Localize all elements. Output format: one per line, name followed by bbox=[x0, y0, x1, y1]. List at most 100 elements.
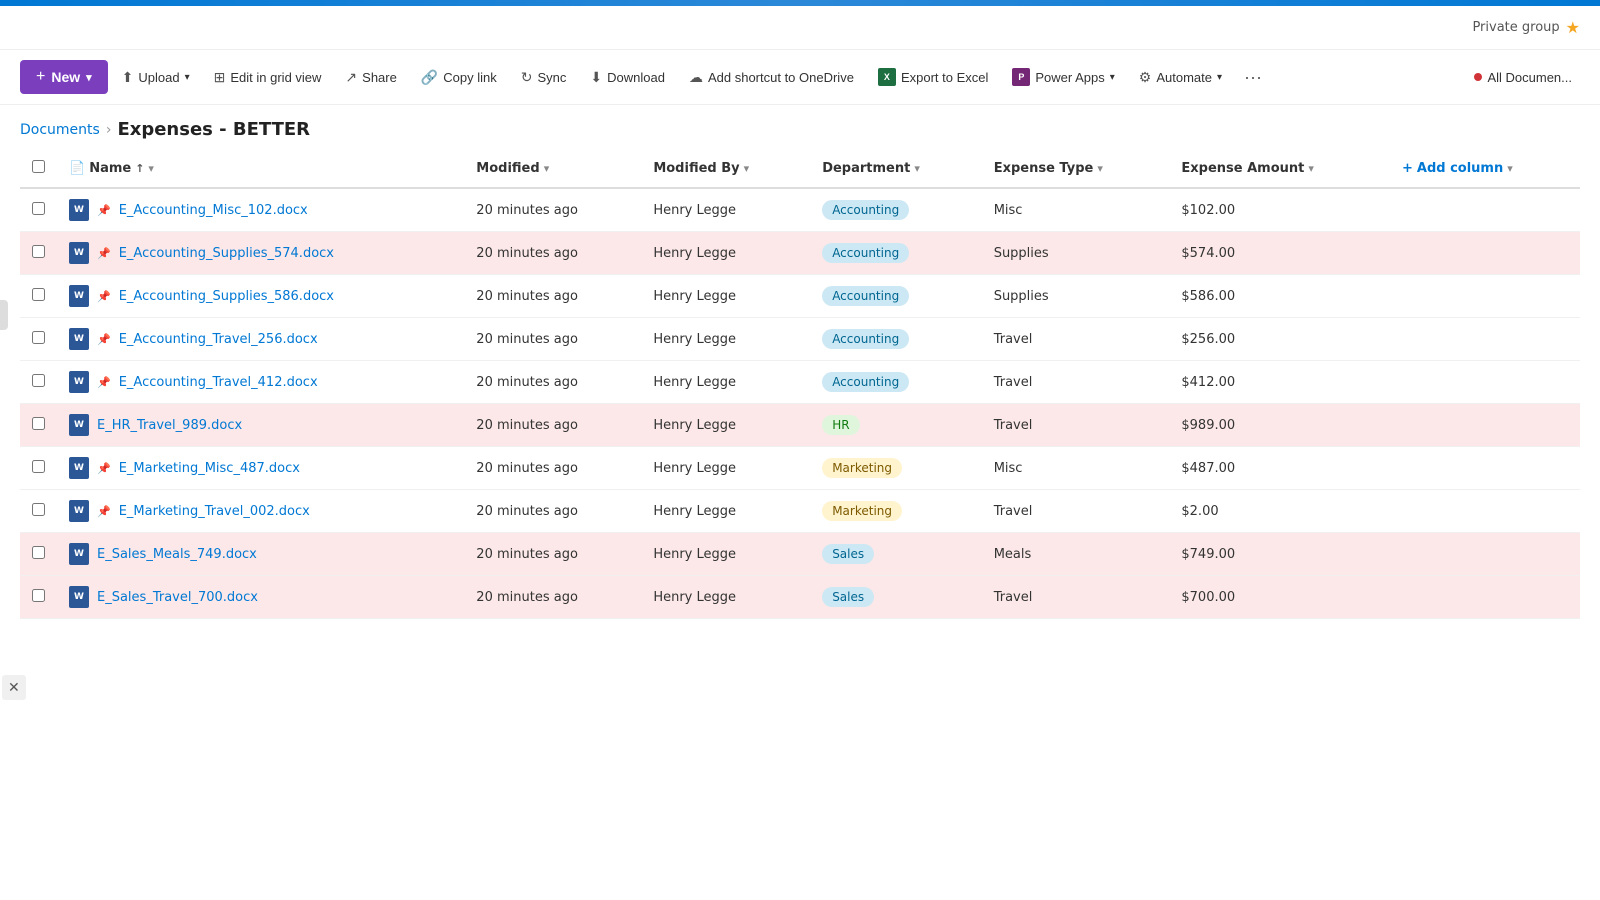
modified-by-cell: Henry Legge bbox=[641, 188, 810, 232]
row-checkbox[interactable] bbox=[32, 546, 45, 559]
row-checkbox[interactable] bbox=[32, 331, 45, 344]
row-checkbox[interactable] bbox=[32, 202, 45, 215]
modified-cell: 20 minutes ago bbox=[464, 361, 641, 404]
toolbar: + New ▾ ⬆ Upload ▾ ⊞ Edit in grid view ↗… bbox=[0, 50, 1600, 105]
select-all-header[interactable] bbox=[20, 150, 57, 188]
table-row: W E_Sales_Travel_700.docx 20 minutes ago… bbox=[20, 576, 1580, 619]
row-checkbox[interactable] bbox=[32, 374, 45, 387]
add-col-cell bbox=[1390, 533, 1580, 576]
col-header-name[interactable]: 📄 Name ↑ ▾ bbox=[57, 150, 464, 188]
sync-button[interactable]: ↻ Sync bbox=[511, 63, 577, 92]
row-checkbox-cell[interactable] bbox=[20, 447, 57, 490]
pin-icon: 📌 bbox=[97, 376, 111, 389]
file-name-link[interactable]: E_Marketing_Misc_487.docx bbox=[119, 461, 300, 476]
row-checkbox-cell[interactable] bbox=[20, 318, 57, 361]
col-header-add-column[interactable]: + Add column ▾ bbox=[1390, 150, 1580, 188]
breadcrumb-documents-link[interactable]: Documents bbox=[20, 122, 100, 138]
file-name-link[interactable]: E_Accounting_Travel_412.docx bbox=[119, 375, 318, 390]
expense-type-cell: Travel bbox=[982, 318, 1170, 361]
close-button[interactable]: ✕ bbox=[2, 675, 26, 700]
word-icon: W bbox=[69, 242, 89, 264]
file-name-link[interactable]: E_Sales_Meals_749.docx bbox=[97, 547, 257, 562]
row-checkbox-cell[interactable] bbox=[20, 490, 57, 533]
col-header-department[interactable]: Department ▾ bbox=[810, 150, 982, 188]
expense-type-cell: Travel bbox=[982, 361, 1170, 404]
export-excel-label: Export to Excel bbox=[901, 70, 988, 85]
sync-icon: ↻ bbox=[521, 69, 533, 86]
add-shortcut-button[interactable]: ☁ Add shortcut to OneDrive bbox=[679, 63, 864, 92]
department-filter-icon[interactable]: ▾ bbox=[914, 162, 920, 175]
copy-link-button[interactable]: 🔗 Copy link bbox=[411, 63, 507, 92]
add-column-chevron-icon[interactable]: ▾ bbox=[1507, 162, 1513, 175]
row-checkbox[interactable] bbox=[32, 417, 45, 430]
table-row: W E_HR_Travel_989.docx 20 minutes ago He… bbox=[20, 404, 1580, 447]
power-apps-chevron-icon: ▾ bbox=[1110, 72, 1115, 83]
department-cell: Marketing bbox=[810, 490, 982, 533]
edit-grid-button[interactable]: ⊞ Edit in grid view bbox=[204, 63, 332, 92]
upload-button[interactable]: ⬆ Upload ▾ bbox=[112, 63, 200, 92]
document-list: 📄 Name ↑ ▾ Modified ▾ Modified By ▾ bbox=[0, 150, 1600, 619]
power-apps-button[interactable]: P Power Apps ▾ bbox=[1002, 62, 1124, 92]
file-name-link[interactable]: E_Accounting_Supplies_586.docx bbox=[119, 289, 334, 304]
expense-amount-filter-icon[interactable]: ▾ bbox=[1308, 162, 1314, 175]
favorite-star-icon[interactable]: ★ bbox=[1566, 18, 1580, 37]
new-button[interactable]: + New ▾ bbox=[20, 60, 108, 94]
expense-type-filter-icon[interactable]: ▾ bbox=[1097, 162, 1103, 175]
download-button[interactable]: ⬇ Download bbox=[580, 63, 675, 92]
row-checkbox-cell[interactable] bbox=[20, 188, 57, 232]
more-options-button[interactable]: ··· bbox=[1236, 61, 1270, 94]
expense-amount-cell: $256.00 bbox=[1169, 318, 1390, 361]
expense-type-cell: Travel bbox=[982, 490, 1170, 533]
file-name-cell: W 📌 E_Marketing_Misc_487.docx bbox=[57, 447, 464, 490]
file-name-link[interactable]: E_Marketing_Travel_002.docx bbox=[119, 504, 310, 519]
file-name-link[interactable]: E_Accounting_Supplies_574.docx bbox=[119, 246, 334, 261]
expense-amount-cell: $412.00 bbox=[1169, 361, 1390, 404]
share-button[interactable]: ↗ Share bbox=[335, 63, 406, 92]
all-documents-button[interactable]: All Documen... bbox=[1466, 64, 1580, 91]
modified-cell: 20 minutes ago bbox=[464, 404, 641, 447]
department-badge: HR bbox=[822, 415, 859, 435]
name-filter-icon[interactable]: ▾ bbox=[148, 162, 154, 175]
file-name-cell: W 📌 E_Accounting_Supplies_586.docx bbox=[57, 275, 464, 318]
row-checkbox[interactable] bbox=[32, 503, 45, 516]
file-name-cell: W 📌 E_Accounting_Travel_412.docx bbox=[57, 361, 464, 404]
department-badge: Accounting bbox=[822, 372, 909, 392]
col-header-modified[interactable]: Modified ▾ bbox=[464, 150, 641, 188]
row-checkbox-cell[interactable] bbox=[20, 533, 57, 576]
modified-by-cell: Henry Legge bbox=[641, 533, 810, 576]
file-name-link[interactable]: E_HR_Travel_989.docx bbox=[97, 418, 242, 433]
row-checkbox-cell[interactable] bbox=[20, 232, 57, 275]
file-name-link[interactable]: E_Accounting_Misc_102.docx bbox=[119, 203, 308, 218]
word-icon: W bbox=[69, 199, 89, 221]
row-checkbox[interactable] bbox=[32, 589, 45, 602]
excel-icon: X bbox=[878, 68, 896, 86]
add-col-plus-icon: + bbox=[1402, 161, 1413, 176]
col-header-modified-by[interactable]: Modified By ▾ bbox=[641, 150, 810, 188]
new-label: New bbox=[51, 69, 80, 85]
row-checkbox-cell[interactable] bbox=[20, 275, 57, 318]
row-checkbox-cell[interactable] bbox=[20, 404, 57, 447]
department-badge: Accounting bbox=[822, 243, 909, 263]
modified-cell: 20 minutes ago bbox=[464, 576, 641, 619]
export-excel-button[interactable]: X Export to Excel bbox=[868, 62, 998, 92]
row-checkbox[interactable] bbox=[32, 460, 45, 473]
add-col-cell bbox=[1390, 404, 1580, 447]
row-checkbox-cell[interactable] bbox=[20, 576, 57, 619]
plus-icon: + bbox=[36, 68, 45, 86]
col-header-expense-type[interactable]: Expense Type ▾ bbox=[982, 150, 1170, 188]
file-name-link[interactable]: E_Accounting_Travel_256.docx bbox=[119, 332, 318, 347]
modified-by-filter-icon[interactable]: ▾ bbox=[744, 162, 750, 175]
col-header-expense-amount[interactable]: Expense Amount ▾ bbox=[1169, 150, 1390, 188]
row-checkbox[interactable] bbox=[32, 288, 45, 301]
select-all-checkbox[interactable] bbox=[32, 160, 45, 173]
file-name-link[interactable]: E_Sales_Travel_700.docx bbox=[97, 590, 258, 605]
modified-filter-icon[interactable]: ▾ bbox=[544, 162, 550, 175]
file-name-cell: W 📌 E_Marketing_Travel_002.docx bbox=[57, 490, 464, 533]
automate-button[interactable]: ⚙ Automate ▾ bbox=[1129, 63, 1232, 92]
row-checkbox-cell[interactable] bbox=[20, 361, 57, 404]
file-name-cell: W 📌 E_Accounting_Misc_102.docx bbox=[57, 188, 464, 232]
row-checkbox[interactable] bbox=[32, 245, 45, 258]
name-sort-asc-icon[interactable]: ↑ bbox=[135, 162, 144, 175]
department-cell: Accounting bbox=[810, 188, 982, 232]
grid-icon: ⊞ bbox=[214, 69, 226, 86]
